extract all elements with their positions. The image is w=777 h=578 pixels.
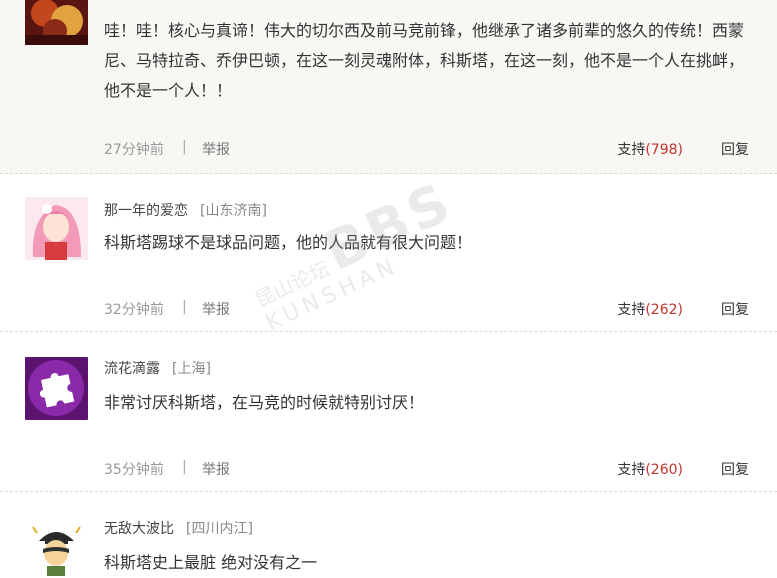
comment-text: 科斯塔史上最脏 绝对没有之一 xyxy=(104,553,318,572)
report-link[interactable]: 举报 xyxy=(202,139,230,159)
reply-button[interactable]: 回复 xyxy=(721,299,749,319)
support-count: (798) xyxy=(645,142,683,158)
support-button[interactable]: 支持(798) xyxy=(617,139,683,159)
user-avatar[interactable] xyxy=(25,197,88,260)
reply-button[interactable]: 回复 xyxy=(721,459,749,479)
support-label: 支持 xyxy=(617,462,646,478)
comment-text: 非常讨厌科斯塔，在马竞的时候就特别讨厌！ xyxy=(104,393,425,412)
support-count: (260) xyxy=(645,462,683,478)
comment-meta: 那一年的爱恋 [山东济南] xyxy=(104,200,267,220)
username[interactable]: 流花滴露 xyxy=(104,361,160,377)
avatar-image xyxy=(25,519,88,576)
user-avatar[interactable] xyxy=(25,357,88,420)
comment-meta: 无敌大波比 [四川内江] xyxy=(104,518,253,538)
report-link[interactable]: 举报 xyxy=(202,459,230,479)
comment-item: 流花滴露 [上海] 非常讨厌科斯塔，在马竞的时候就特别讨厌！ 35分钟前 | 举报… xyxy=(0,332,777,492)
avatar-image xyxy=(25,197,88,260)
reply-button[interactable]: 回复 xyxy=(721,139,749,159)
support-label: 支持 xyxy=(617,302,646,318)
user-location: [上海] xyxy=(172,361,211,377)
avatar-image xyxy=(25,0,88,45)
comment-text: 哇！哇！核心与真谛！伟大的切尔西及前马竞前锋，他继承了诸多前辈的悠久的传统！西蒙… xyxy=(104,21,745,100)
support-button[interactable]: 支持(260) xyxy=(617,459,683,479)
username[interactable]: 无敌大波比 xyxy=(104,521,174,537)
comment-item: 那一年的爱恋 [山东济南] 科斯塔踢球不是球品问题，他的人品就有很大问题！ 32分… xyxy=(0,174,777,332)
username[interactable]: 那一年的爱恋 xyxy=(104,203,188,219)
support-label: 支持 xyxy=(617,142,646,158)
comment-footer: 27分钟前 | 举报 支持(798) 回复 xyxy=(104,139,749,159)
separator: | xyxy=(182,299,187,315)
comment-time: 35分钟前 xyxy=(104,462,164,478)
comment-item: 哇！哇！核心与真谛！伟大的切尔西及前马竞前锋，他继承了诸多前辈的悠久的传统！西蒙… xyxy=(0,0,777,174)
comment-footer: 35分钟前 | 举报 支持(260) 回复 xyxy=(104,459,749,479)
separator: | xyxy=(182,459,187,475)
comment-footer: 32分钟前 | 举报 支持(262) 回复 xyxy=(104,299,749,319)
comment-meta: 流花滴露 [上海] xyxy=(104,358,211,378)
comment-text: 科斯塔踢球不是球品问题，他的人品就有很大问题！ xyxy=(104,233,473,252)
support-button[interactable]: 支持(262) xyxy=(617,299,683,319)
report-link[interactable]: 举报 xyxy=(202,299,230,319)
puzzle-avatar-icon xyxy=(25,357,88,420)
comment-time: 32分钟前 xyxy=(104,302,164,318)
separator: | xyxy=(182,139,187,155)
support-count: (262) xyxy=(645,302,683,318)
user-location: [山东济南] xyxy=(200,203,267,219)
user-avatar[interactable] xyxy=(25,0,88,45)
user-location: [四川内江] xyxy=(186,521,253,537)
comment-item: 无敌大波比 [四川内江] 科斯塔史上最脏 绝对没有之一 xyxy=(0,492,777,576)
user-avatar[interactable] xyxy=(25,517,88,576)
comment-time: 27分钟前 xyxy=(104,142,164,158)
